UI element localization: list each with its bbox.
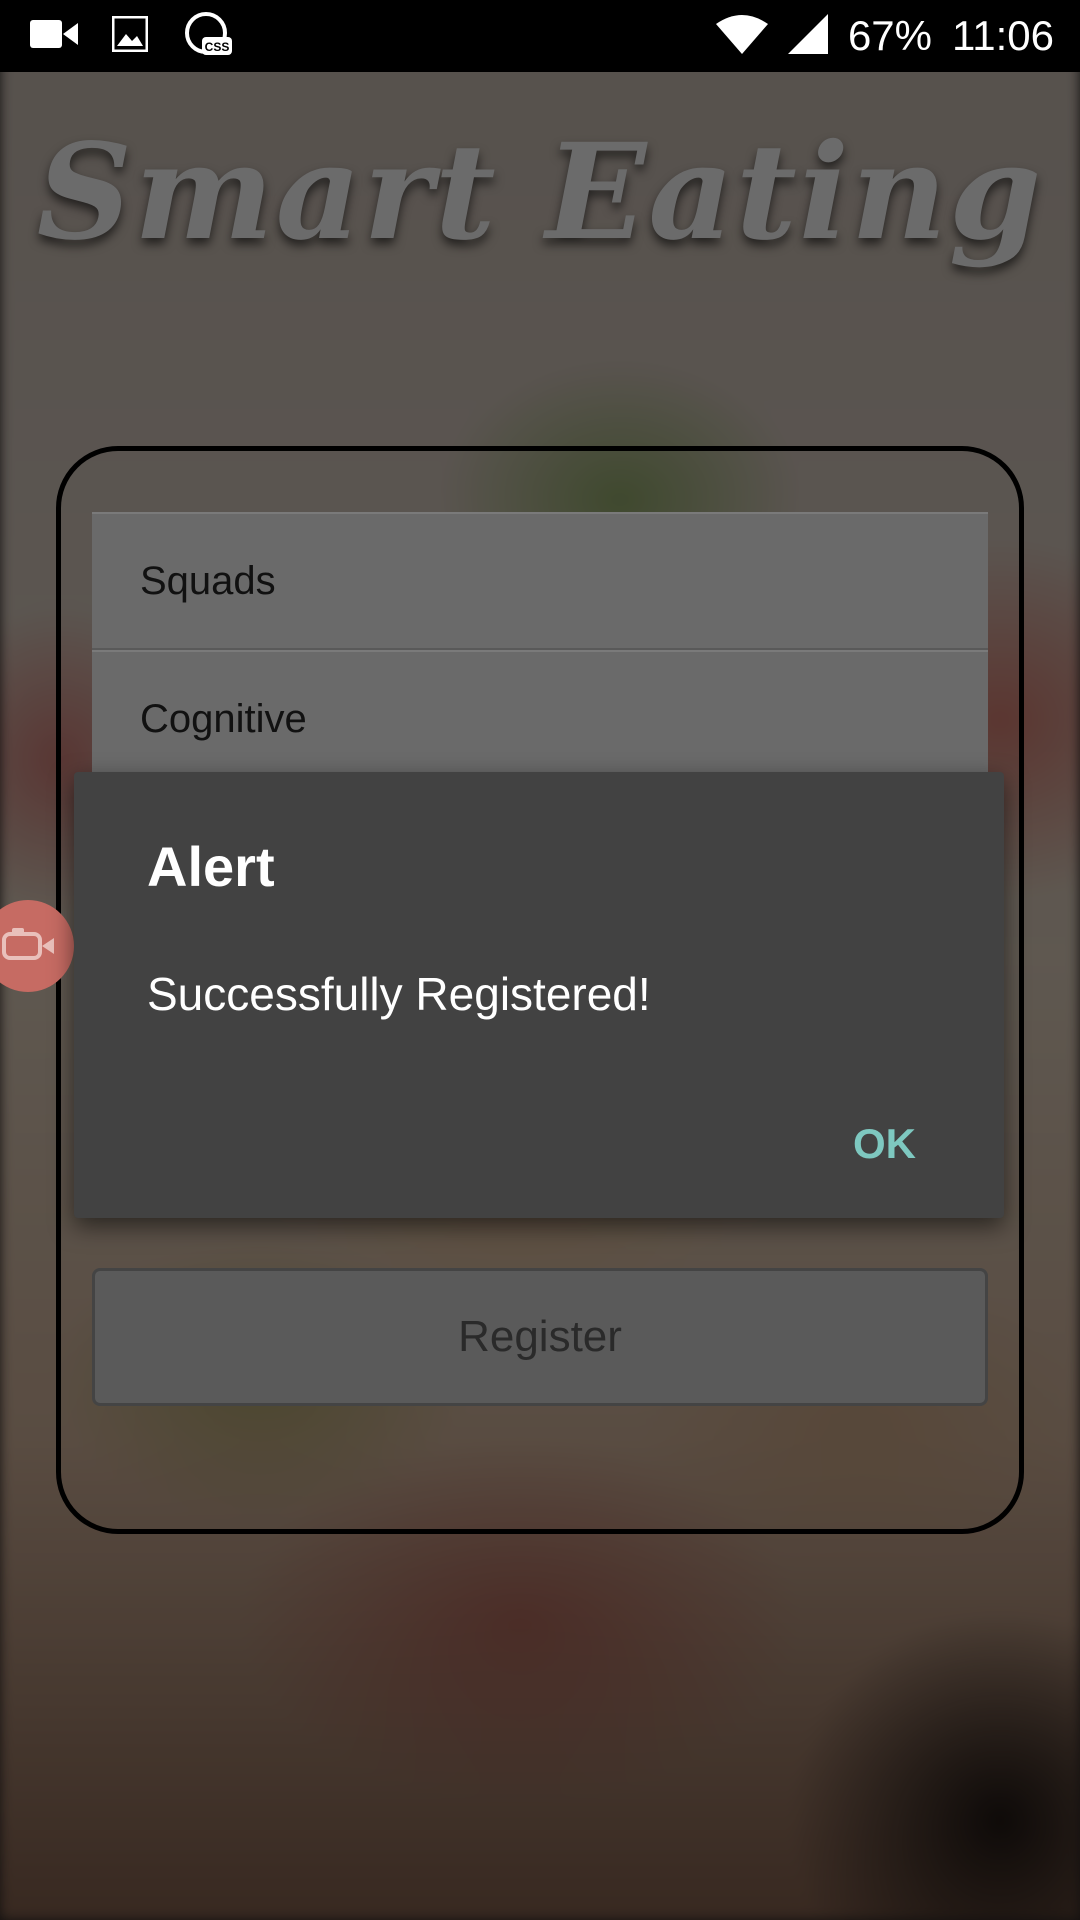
alert-dialog: Alert Successfully Registered! OK xyxy=(74,772,1004,1218)
svg-text:CSS: CSS xyxy=(205,40,230,54)
clock: 11:06 xyxy=(952,12,1054,59)
dialog-title: Alert xyxy=(147,835,275,898)
list-item-label: Cognitive xyxy=(140,696,307,741)
battery-percent: 67% xyxy=(847,12,932,59)
recorder-icon xyxy=(0,926,56,967)
ok-button[interactable]: OK xyxy=(847,1112,922,1176)
css-icon: CSS xyxy=(182,11,232,62)
video-camera-icon xyxy=(30,18,78,55)
list-item-cognitive[interactable]: Cognitive xyxy=(92,650,988,788)
image-icon xyxy=(111,15,149,57)
list-item-squads[interactable]: Squads xyxy=(92,512,988,650)
list-item-label: Squads xyxy=(140,558,276,603)
signal-icon xyxy=(787,13,828,59)
status-bar: CSS 67% 11:06 xyxy=(0,0,1080,72)
wifi-icon xyxy=(715,14,768,59)
app-logo: Smart Eating xyxy=(36,115,1044,270)
dialog-message: Successfully Registered! xyxy=(147,968,651,1020)
register-button[interactable]: Register xyxy=(92,1268,988,1406)
